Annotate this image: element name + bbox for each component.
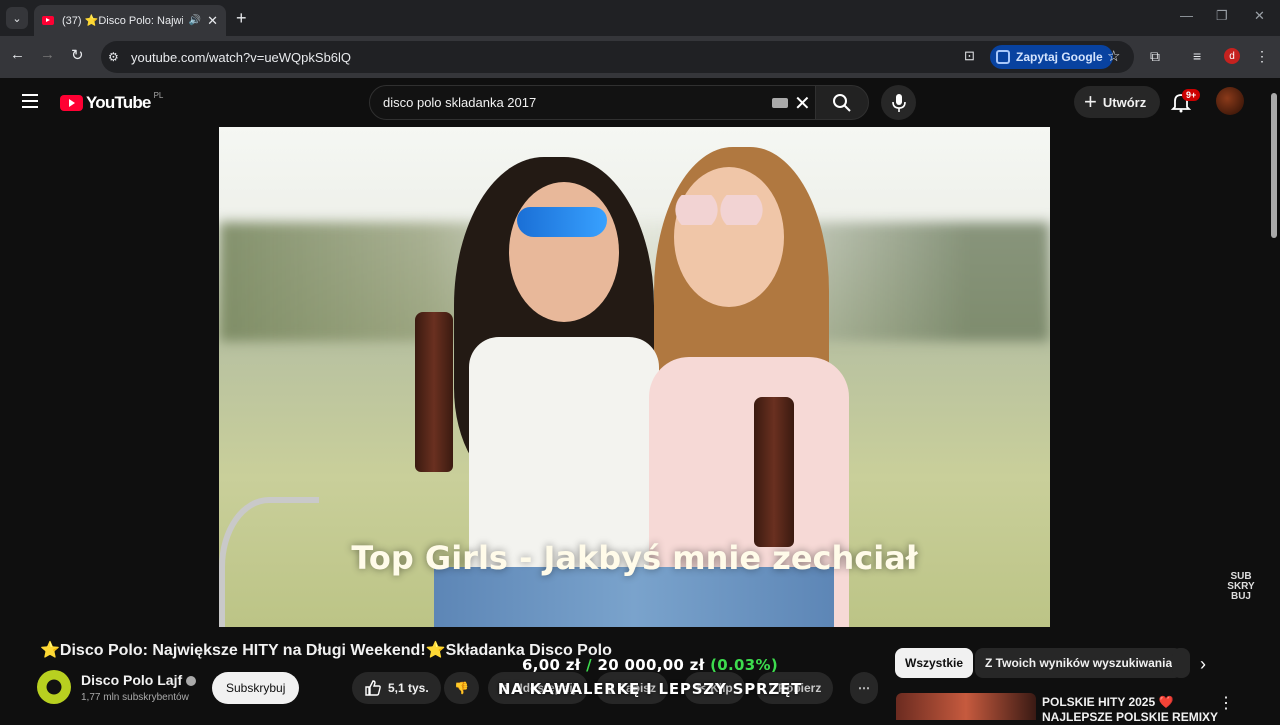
close-tab-icon[interactable]: ✕ — [207, 13, 218, 29]
channel-name-text: Disco Polo Lajf — [81, 672, 183, 688]
chevron-right-icon[interactable]: › — [1200, 654, 1206, 675]
subscribe-button[interactable]: Subskrybuj — [212, 672, 300, 704]
like-button[interactable]: 5,1 tys. — [352, 672, 441, 704]
reload-icon[interactable]: ↻ — [71, 46, 84, 64]
profile-avatar[interactable]: d — [1224, 48, 1240, 64]
donation-progress: 6,00 zł / 20 000,00 zł (0.03%) — [430, 656, 870, 674]
keyboard-icon[interactable] — [772, 98, 788, 108]
donation-message: NA KAWALERKĘ I LEPSZY SPRZĘT — [497, 680, 803, 698]
menu-kebab-icon[interactable]: ⋮ — [1255, 48, 1269, 65]
ask-google-label: Zapytaj Google — [1016, 50, 1103, 64]
video-blue-sunglasses — [517, 207, 607, 237]
create-label: Utwórz — [1102, 94, 1147, 110]
chip-all[interactable]: Wszystkie — [895, 648, 974, 678]
youtube-play-icon — [60, 95, 83, 111]
donation-goal: 20 000,00 zł — [597, 656, 705, 674]
plus-icon: + — [1084, 89, 1097, 114]
recommended-thumbnail[interactable] — [896, 693, 1036, 720]
channel-avatar[interactable] — [37, 670, 71, 704]
back-icon[interactable]: ← — [10, 46, 25, 63]
speaker-icon[interactable]: 🔊 — [189, 15, 201, 26]
video-pink-sunglasses — [674, 195, 764, 225]
scrollbar-thumb[interactable] — [1271, 93, 1277, 238]
video-bottle-right — [754, 397, 794, 547]
donation-overlay: 6,00 zł / 20 000,00 zł (0.03%) NA KAWALE… — [430, 656, 870, 698]
forward-icon[interactable]: → — [40, 46, 55, 63]
bookmark-star-icon[interactable]: ☆ — [1107, 47, 1120, 65]
recommended-title[interactable]: POLSKIE HITY 2025 ❤️ NAJLEPSZE POLSKIE R… — [1042, 695, 1218, 725]
donation-percent: (0.03%) — [710, 656, 778, 674]
create-button[interactable]: + Utwórz — [1074, 86, 1161, 118]
ask-google-button[interactable]: Zapytaj Google — [990, 45, 1113, 69]
minimize-icon[interactable]: — — [1180, 8, 1193, 23]
tab-title: (37) ⭐Disco Polo: Największe — [62, 15, 183, 27]
search-icon — [833, 93, 851, 112]
browser-tabstrip: ⌄ (37) ⭐Disco Polo: Największe 🔊 ✕ + — ❐… — [0, 0, 1280, 36]
microphone-icon — [891, 93, 906, 112]
youtube-favicon-icon — [42, 16, 54, 25]
clear-search-icon[interactable]: ✕ — [794, 91, 811, 116]
account-avatar[interactable] — [1216, 87, 1244, 115]
chip-from-search[interactable]: Z Twoich wyników wyszukiwania — [975, 648, 1183, 678]
video-bottle-left — [415, 312, 453, 472]
video-figure-left-face — [509, 182, 619, 322]
new-tab-button[interactable]: + — [236, 8, 247, 29]
donation-slash: / — [586, 656, 592, 674]
chip-partial[interactable] — [1172, 648, 1190, 678]
video-caption: Top Girls - Jakbyś mnie zechciał — [351, 539, 918, 577]
voice-search-button[interactable] — [881, 85, 916, 120]
thumbs-up-icon — [365, 680, 381, 696]
country-code: PL — [153, 90, 164, 100]
search-button[interactable] — [815, 85, 869, 120]
extensions-icon[interactable]: ⧉ — [1150, 48, 1160, 65]
search-input[interactable]: disco polo skladanka 2017 ✕ — [369, 85, 816, 120]
youtube-logo[interactable]: YouTube PL — [60, 90, 164, 113]
media-controls-icon[interactable]: ≡ — [1193, 48, 1201, 64]
video-figure-right-face — [674, 167, 784, 307]
search-query-text: disco polo skladanka 2017 — [383, 95, 537, 110]
close-window-icon[interactable]: ✕ — [1254, 8, 1265, 24]
donation-amount: 6,00 zł — [522, 656, 581, 674]
notification-badge: 9+ — [1182, 89, 1201, 101]
site-info-icon[interactable]: ⚙ — [108, 50, 119, 64]
recommended-menu-icon[interactable]: ⋮ — [1218, 693, 1234, 713]
address-bar[interactable]: ⚙ youtube.com/watch?v=ueWQpkSb6lQ ⊡ Zapy… — [101, 41, 1134, 73]
recommended-title-line1: POLSKIE HITY 2025 ❤️ — [1042, 695, 1174, 709]
restore-icon[interactable]: ❐ — [1216, 8, 1228, 24]
page-scrollbar[interactable] — [1268, 78, 1280, 720]
recommended-title-line2: NAJLEPSZE POLSKIE REMIXY — [1042, 710, 1219, 724]
verified-icon — [186, 676, 197, 687]
browser-tab-active[interactable]: (37) ⭐Disco Polo: Największe 🔊 ✕ — [34, 5, 226, 36]
like-count: 5,1 tys. — [388, 681, 429, 695]
hamburger-menu-icon[interactable] — [22, 94, 38, 108]
youtube-header: YouTube PL disco polo skladanka 2017 ✕ +… — [0, 78, 1268, 126]
url-text[interactable]: youtube.com/watch?v=ueWQpkSb6lQ — [131, 50, 351, 65]
video-player[interactable]: Top Girls - Jakbyś mnie zechciał — [219, 127, 1050, 627]
subscribe-watermark[interactable]: SUB SKRY BUJ — [1227, 572, 1255, 602]
browser-toolbar: ← → ↻ ⚙ youtube.com/watch?v=ueWQpkSb6lQ … — [0, 36, 1280, 78]
subscriber-count: 1,77 mln subskrybentów — [81, 692, 189, 703]
channel-name[interactable]: Disco Polo Lajf — [81, 672, 197, 688]
lens-icon — [996, 50, 1010, 64]
youtube-wordmark: YouTube — [86, 93, 151, 112]
tab-search-button[interactable]: ⌄ — [6, 7, 28, 29]
install-app-icon[interactable]: ⊡ — [964, 48, 975, 64]
